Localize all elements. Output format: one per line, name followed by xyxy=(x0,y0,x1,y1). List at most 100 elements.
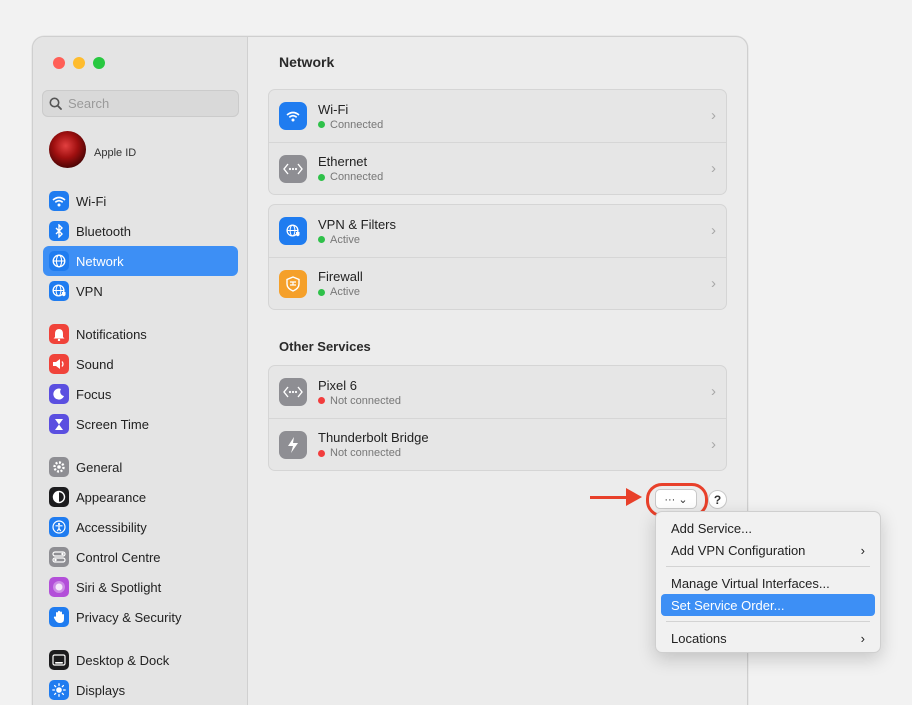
sidebar-item-desktop-dock[interactable]: Desktop & Dock xyxy=(43,645,238,675)
apple-id-label: Apple ID xyxy=(94,146,137,159)
help-button[interactable]: ? xyxy=(708,490,727,509)
sun-icon xyxy=(49,680,69,700)
vpn-firewall-group: VPN & Filters Active › Firewall Active › xyxy=(268,204,727,310)
bluetooth-icon xyxy=(49,221,69,241)
service-status: Active xyxy=(318,286,363,298)
status-text: Active xyxy=(330,286,360,298)
sidebar-item-control-centre[interactable]: Control Centre xyxy=(43,542,238,572)
menu-separator xyxy=(666,621,870,622)
chevron-right-icon: › xyxy=(711,383,716,400)
menu-item-add-service[interactable]: Add Service... xyxy=(661,517,875,539)
menu-item-label: Manage Virtual Interfaces... xyxy=(671,575,830,591)
more-options-button[interactable]: ··· ⌄ xyxy=(655,489,697,509)
service-text: Pixel 6 Not connected xyxy=(318,378,401,407)
hand-icon xyxy=(49,607,69,627)
service-status: Not connected xyxy=(318,395,401,407)
sidebar-item-sound[interactable]: Sound xyxy=(43,349,238,379)
status-dot xyxy=(318,397,325,404)
search-icon xyxy=(49,97,62,110)
sidebar-item-accessibility[interactable]: Accessibility xyxy=(43,512,238,542)
sidebar-item-label: Network xyxy=(76,253,124,269)
sidebar-item-label: Displays xyxy=(76,682,126,698)
chevron-right-icon: › xyxy=(711,160,716,177)
service-text: Wi-Fi Connected xyxy=(318,102,383,131)
sidebar-item-displays[interactable]: Displays xyxy=(43,675,238,705)
chevron-right-icon: › xyxy=(711,275,716,292)
sidebar-item-notifications[interactable]: Notifications xyxy=(43,319,238,349)
service-row-pixel-6[interactable]: Pixel 6 Not connected › xyxy=(269,366,726,418)
service-name: VPN & Filters xyxy=(318,216,397,232)
system-settings-window: Search Apple ID Wi-Fi Bluetooth Network VPN… xyxy=(32,36,748,705)
sidebar-group-notifications: Notifications Sound Focus Screen Time xyxy=(43,319,238,439)
service-name: Ethernet xyxy=(318,154,368,169)
control-centre-icon xyxy=(49,547,69,567)
wifi-icon xyxy=(49,191,69,211)
sidebar-item-screen-time[interactable]: Screen Time xyxy=(43,409,238,439)
sidebar-item-siri-spotlight[interactable]: Siri & Spotlight xyxy=(43,572,238,602)
sidebar-item-general[interactable]: General xyxy=(43,452,238,482)
sidebar-group-desktop: Desktop & Dock Displays xyxy=(43,645,238,705)
service-status: Not connected xyxy=(318,447,429,459)
sidebar-item-label: VPN xyxy=(76,283,103,299)
close-button[interactable] xyxy=(53,57,65,69)
status-text: Active xyxy=(330,233,360,246)
service-row-thunderbolt-bridge[interactable]: Thunderbolt Bridge Not connected › xyxy=(269,418,726,470)
sidebar-item-label: General xyxy=(76,459,123,475)
service-text: Ethernet Connected xyxy=(318,154,383,183)
firewall-icon xyxy=(279,269,307,298)
service-text: VPN & Filters Active xyxy=(318,217,396,246)
service-text: Firewall Active xyxy=(318,269,363,298)
menu-item-manage-virtual-interfaces[interactable]: Manage Virtual Interfaces... xyxy=(661,572,875,594)
minimize-button[interactable] xyxy=(73,57,85,69)
status-dot xyxy=(318,449,325,457)
menu-item-label: Add Service... xyxy=(671,520,752,536)
sidebar-item-label: Screen Time xyxy=(76,416,149,432)
other-services-group: Pixel 6 Not connected › Thunderbolt Bridge N… xyxy=(268,365,727,471)
sidebar-item-bluetooth[interactable]: Bluetooth xyxy=(43,216,238,246)
status-dot xyxy=(318,173,325,181)
status-dot xyxy=(318,236,325,243)
sidebar-item-network[interactable]: Network xyxy=(43,246,238,276)
menu-item-locations[interactable]: Locations › xyxy=(661,627,875,649)
search-placeholder: Search xyxy=(68,96,110,111)
hourglass-icon xyxy=(49,414,69,434)
moon-icon xyxy=(49,384,69,404)
service-name: Wi-Fi xyxy=(318,101,349,117)
sidebar-item-focus[interactable]: Focus xyxy=(43,379,238,409)
menu-item-set-service-order[interactable]: Set Service Order... xyxy=(661,594,875,616)
sidebar-item-privacy-security[interactable]: Privacy & Security xyxy=(43,602,238,632)
speaker-icon xyxy=(49,354,69,374)
zoom-button[interactable] xyxy=(93,57,105,69)
status-text: Not connected xyxy=(330,447,401,459)
menu-item-add-vpn-configuration[interactable]: Add VPN Configuration › xyxy=(661,539,875,561)
service-row-firewall[interactable]: Firewall Active › xyxy=(269,257,726,309)
sidebar-item-wi-fi[interactable]: Wi-Fi xyxy=(43,186,238,216)
chevron-right-icon: › xyxy=(711,436,716,453)
bell-icon xyxy=(49,324,69,344)
ethernet-icon xyxy=(279,154,307,183)
sidebar-item-label: Accessibility xyxy=(76,519,147,535)
service-row-wi-fi[interactable]: Wi-Fi Connected › xyxy=(269,90,726,142)
service-row-ethernet[interactable]: Ethernet Connected › xyxy=(269,142,726,194)
sidebar-group-connectivity: Wi-Fi Bluetooth Network VPN xyxy=(43,186,238,306)
search-field[interactable]: Search xyxy=(42,90,239,117)
sidebar-item-label: Bluetooth xyxy=(76,223,131,239)
siri-icon xyxy=(49,577,69,597)
sidebar-item-label: Focus xyxy=(76,386,112,402)
service-row-vpn-filters[interactable]: VPN & Filters Active › xyxy=(269,205,726,257)
accessibility-icon xyxy=(49,517,69,537)
apple-id-item[interactable]: Apple ID xyxy=(49,131,136,168)
sidebar-item-label: Control Centre xyxy=(76,549,161,565)
sidebar-group-system: General Appearance Accessibility Control Ce… xyxy=(43,452,238,632)
chevron-right-icon: › xyxy=(860,630,865,646)
vpn-globe-icon xyxy=(49,281,69,301)
sidebar-item-appearance[interactable]: Appearance xyxy=(43,482,238,512)
service-status: Connected xyxy=(318,171,383,183)
service-status: Active xyxy=(318,234,396,246)
annotation-arrow xyxy=(590,496,630,499)
sidebar-item-label: Privacy & Security xyxy=(76,609,182,625)
sidebar-item-vpn[interactable]: VPN xyxy=(43,276,238,306)
sidebar-item-label: Siri & Spotlight xyxy=(76,579,162,595)
service-name: Thunderbolt Bridge xyxy=(318,430,429,445)
menu-item-label: Set Service Order... xyxy=(671,597,785,613)
